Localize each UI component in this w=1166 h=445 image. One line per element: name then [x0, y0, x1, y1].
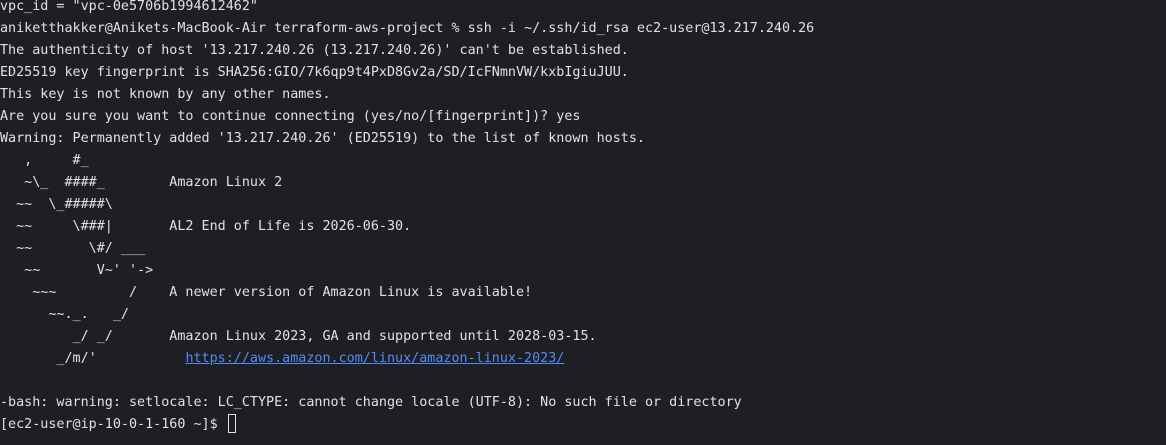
shell-prompt: [ec2-user@ip-10-0-1-160 ~]$	[0, 417, 226, 432]
ascii-art-line: ~~ \###| AL2 End of Life is 2026-06-30.	[0, 219, 412, 234]
terminal-window[interactable]: vpc_id = "vpc-0e5706b1994612462" anikett…	[0, 0, 1166, 445]
terminal-line: -bash: warning: setlocale: LC_CTYPE: can…	[0, 395, 742, 410]
ascii-art-line: , #_	[0, 153, 89, 168]
terminal-line: This key is not known by any other names…	[0, 87, 331, 102]
text-cursor	[227, 414, 236, 433]
ascii-art-line: _/m/' https://aws.amazon.com/linux/amazo…	[0, 348, 564, 370]
terminal-line: The authenticity of host '13.217.240.26 …	[0, 43, 629, 58]
ascii-art-line: _/ _/ Amazon Linux 2023, GA and supporte…	[0, 329, 597, 344]
amazon-linux-2023-link[interactable]: https://aws.amazon.com/linux/amazon-linu…	[185, 351, 564, 366]
terminal-line: Are you sure you want to continue connec…	[0, 109, 581, 124]
terminal-line: vpc_id = "vpc-0e5706b1994612462"	[0, 0, 258, 14]
ascii-art-text: _/m/'	[0, 351, 186, 366]
shell-prompt-line[interactable]: [ec2-user@ip-10-0-1-160 ~]$	[0, 414, 236, 436]
ascii-art-line: ~~ \#/ ___	[0, 241, 146, 256]
ascii-art-line: ~\_ ####_ Amazon Linux 2	[0, 175, 283, 190]
ascii-art-line: ~~._. _/	[0, 307, 129, 322]
ascii-art-line: ~~ V~' '->	[0, 263, 154, 278]
terminal-line: Warning: Permanently added '13.217.240.2…	[0, 131, 645, 146]
ascii-art-line: ~~ \_#####\	[0, 197, 113, 212]
ascii-art-line: ~~~ / A newer version of Amazon Linux is…	[0, 285, 533, 300]
terminal-line: ED25519 key fingerprint is SHA256:GIO/7k…	[0, 65, 629, 80]
terminal-line: aniketthakker@Anikets-MacBook-Air terraf…	[0, 21, 815, 36]
